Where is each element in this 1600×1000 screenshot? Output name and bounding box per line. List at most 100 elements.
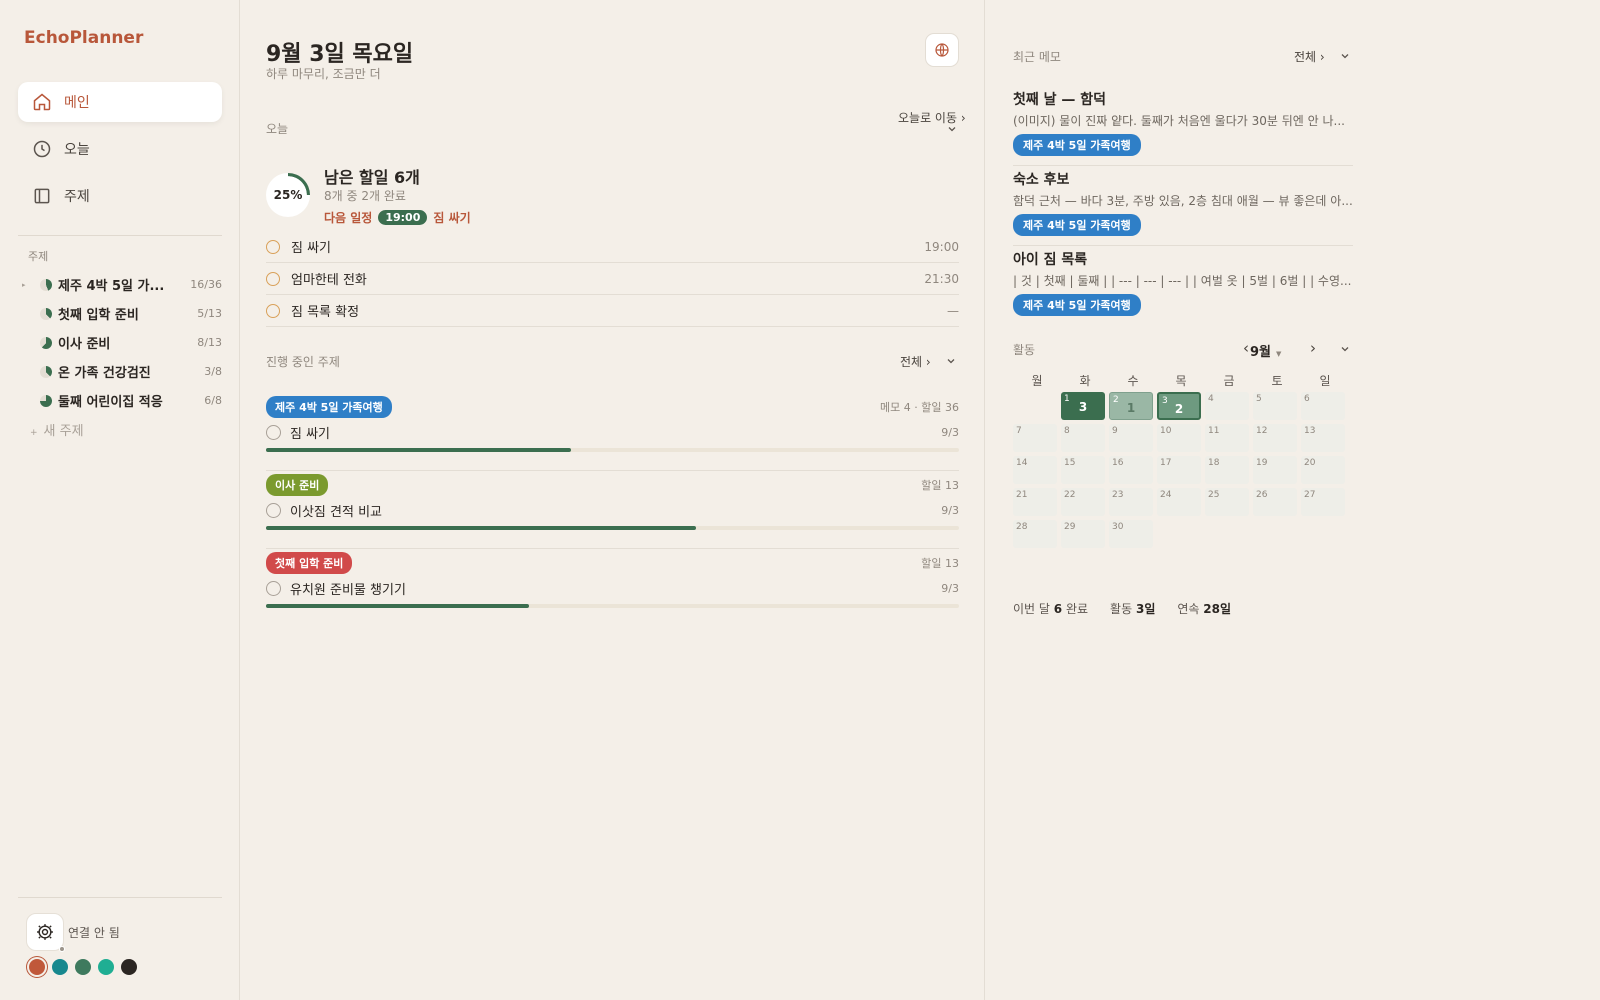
- remaining-count: 남은 할일 6개: [324, 168, 420, 187]
- calendar-day[interactable]: 15: [1061, 456, 1105, 484]
- task-checkbox[interactable]: [266, 271, 280, 286]
- month-selector[interactable]: 9월 ▼: [1250, 341, 1281, 360]
- all-memos-link[interactable]: 전체 ›: [1294, 48, 1325, 65]
- calendar-day[interactable]: 32: [1157, 392, 1201, 420]
- globe-button[interactable]: [925, 33, 959, 67]
- theme-swatch[interactable]: [98, 959, 114, 975]
- task-checkbox[interactable]: [266, 303, 280, 318]
- memo-item[interactable]: 첫째 날 — 함덕 (이미지) 물이 진짜 얕다. 둘째가 처음엔 울다가 30…: [1013, 86, 1353, 166]
- topic-next-task[interactable]: 이삿짐 견적 비교: [266, 501, 382, 520]
- calendar-day[interactable]: 12: [1253, 424, 1297, 452]
- calendar-day[interactable]: 23: [1109, 488, 1153, 516]
- calendar-day[interactable]: 29: [1061, 520, 1105, 548]
- calendar-day[interactable]: 28: [1013, 520, 1057, 548]
- chevron-down-icon[interactable]: [946, 356, 956, 366]
- topic-tag[interactable]: 첫째 입학 준비: [266, 552, 353, 574]
- memo-tag[interactable]: 제주 4박 5일 가족여행: [1013, 214, 1141, 236]
- memo-item[interactable]: 숙소 후보 함덕 근처 — 바다 3분, 주방 있음, 2층 침대 애월 — 뷰…: [1013, 166, 1353, 246]
- memo-tag[interactable]: 제주 4박 5일 가족여행: [1013, 134, 1141, 156]
- calendar-day[interactable]: 9: [1109, 424, 1153, 452]
- task-name: 유치원 준비물 챙기기: [290, 583, 406, 598]
- task-row[interactable]: 짐 목록 확정 —: [266, 295, 959, 327]
- calendar-day[interactable]: 25: [1205, 488, 1249, 516]
- calendar-day[interactable]: 24: [1157, 488, 1201, 516]
- topic-tag[interactable]: 제주 4박 5일 가족여행: [266, 396, 392, 418]
- calendar-day[interactable]: 21: [1013, 488, 1057, 516]
- nav-item-main[interactable]: 메인: [18, 82, 222, 122]
- topic-tag[interactable]: 이사 준비: [266, 474, 329, 496]
- all-topics-link[interactable]: 전체 ›: [900, 353, 931, 370]
- topic-card[interactable]: 이사 준비 할일 13 이삿짐 견적 비교 9/3: [266, 471, 959, 549]
- calendar-day[interactable]: 10: [1157, 424, 1201, 452]
- weekday-label: 금: [1223, 374, 1235, 388]
- sidebar-footer-divider: [18, 897, 222, 898]
- task-checkbox[interactable]: [266, 239, 280, 254]
- calendar-day[interactable]: 6: [1301, 392, 1345, 420]
- memo-title: 첫째 날 — 함덕: [1013, 92, 1107, 108]
- memo-title: 아이 짐 목록: [1013, 252, 1088, 268]
- calendar-day[interactable]: 26: [1253, 488, 1297, 516]
- sidebar: EchoPlanner 메인 오늘 주제 주제 ▸ 제주 4박 5일 가... …: [0, 0, 240, 1000]
- calendar-day[interactable]: 14: [1013, 456, 1057, 484]
- topic-card[interactable]: 제주 4박 5일 가족여행 메모 4 · 할일 36 짐 싸기 9/3: [266, 393, 959, 471]
- task-checkbox[interactable]: [266, 425, 281, 440]
- topic-next-task[interactable]: 유치원 준비물 챙기기: [266, 579, 406, 598]
- calendar-day[interactable]: 20: [1301, 456, 1345, 484]
- chevron-down-icon[interactable]: [1340, 344, 1350, 354]
- calendar-day[interactable]: 13: [1301, 424, 1345, 452]
- task-checkbox[interactable]: [266, 581, 281, 596]
- calendar-day[interactable]: 19: [1253, 456, 1297, 484]
- calendar-day[interactable]: 17: [1157, 456, 1201, 484]
- weekday-label: 월: [1031, 374, 1043, 388]
- calendar-day[interactable]: 30: [1109, 520, 1153, 548]
- calendar-day[interactable]: 13: [1061, 392, 1105, 420]
- day-number: 20: [1304, 458, 1316, 468]
- chevron-down-icon[interactable]: [1340, 51, 1350, 61]
- nav-item-topics[interactable]: 주제: [18, 176, 222, 216]
- calendar-day[interactable]: 22: [1061, 488, 1105, 516]
- sidebar-topic[interactable]: 첫째 입학 준비 5/13: [22, 299, 222, 328]
- task-row[interactable]: 엄마한테 전화 21:30: [266, 263, 959, 295]
- topic-next-task[interactable]: 짐 싸기: [266, 423, 330, 442]
- prev-month-button[interactable]: ‹: [1243, 339, 1249, 357]
- weekday-label: 화: [1079, 374, 1091, 388]
- sidebar-topic[interactable]: ▸ 제주 4박 5일 가... 16/36: [22, 270, 222, 299]
- task-row[interactable]: 짐 싸기 19:00: [266, 231, 959, 263]
- chevron-down-icon[interactable]: [947, 124, 957, 134]
- topic-card[interactable]: 첫째 입학 준비 할일 13 유치원 준비물 챙기기 9/3: [266, 549, 959, 627]
- calendar-day[interactable]: 21: [1109, 392, 1153, 420]
- task-checkbox[interactable]: [266, 503, 281, 518]
- next-month-button[interactable]: ›: [1310, 339, 1316, 357]
- theme-swatch[interactable]: [52, 959, 68, 975]
- topic-progress-bar: [266, 604, 959, 608]
- memo-tag[interactable]: 제주 4박 5일 가족여행: [1013, 294, 1141, 316]
- theme-swatch[interactable]: [75, 959, 91, 975]
- topic-progress-pie: [40, 336, 52, 349]
- expand-caret-icon[interactable]: ▸: [22, 281, 32, 289]
- calendar-day[interactable]: 8: [1061, 424, 1105, 452]
- calendar-day[interactable]: 4: [1205, 392, 1249, 420]
- calendar-day[interactable]: 5: [1253, 392, 1297, 420]
- calendar-day[interactable]: 16: [1109, 456, 1153, 484]
- next-event[interactable]: 다음 일정 19:00 짐 싸기: [324, 209, 471, 226]
- task-name: 짐 싸기: [291, 241, 332, 256]
- calendar-day[interactable]: 11: [1205, 424, 1249, 452]
- sidebar-topic[interactable]: 이사 준비 8/13: [22, 328, 222, 357]
- memo-item[interactable]: 아이 짐 목록 | 것 | 첫째 | 둘째 | | --- | --- | --…: [1013, 246, 1353, 326]
- nav-item-today[interactable]: 오늘: [18, 129, 222, 169]
- nav-label: 주제: [64, 189, 90, 205]
- calendar-day[interactable]: 18: [1205, 456, 1249, 484]
- calendar-day[interactable]: 27: [1301, 488, 1345, 516]
- theme-swatch[interactable]: [29, 959, 45, 975]
- topic-count: 6/8: [204, 394, 222, 407]
- app-logo[interactable]: EchoPlanner: [24, 28, 143, 48]
- day-number: 6: [1304, 394, 1310, 404]
- sidebar-topic[interactable]: 둘째 어린이집 적응 6/8: [22, 386, 222, 415]
- day-number: 4: [1208, 394, 1214, 404]
- sidebar-topic[interactable]: 온 가족 건강검진 3/8: [22, 357, 222, 386]
- theme-swatch[interactable]: [121, 959, 137, 975]
- calendar-day[interactable]: 7: [1013, 424, 1057, 452]
- settings-button[interactable]: [26, 913, 64, 951]
- new-topic-button[interactable]: + 새 주제: [30, 420, 84, 439]
- activity-count: 1: [1126, 401, 1136, 415]
